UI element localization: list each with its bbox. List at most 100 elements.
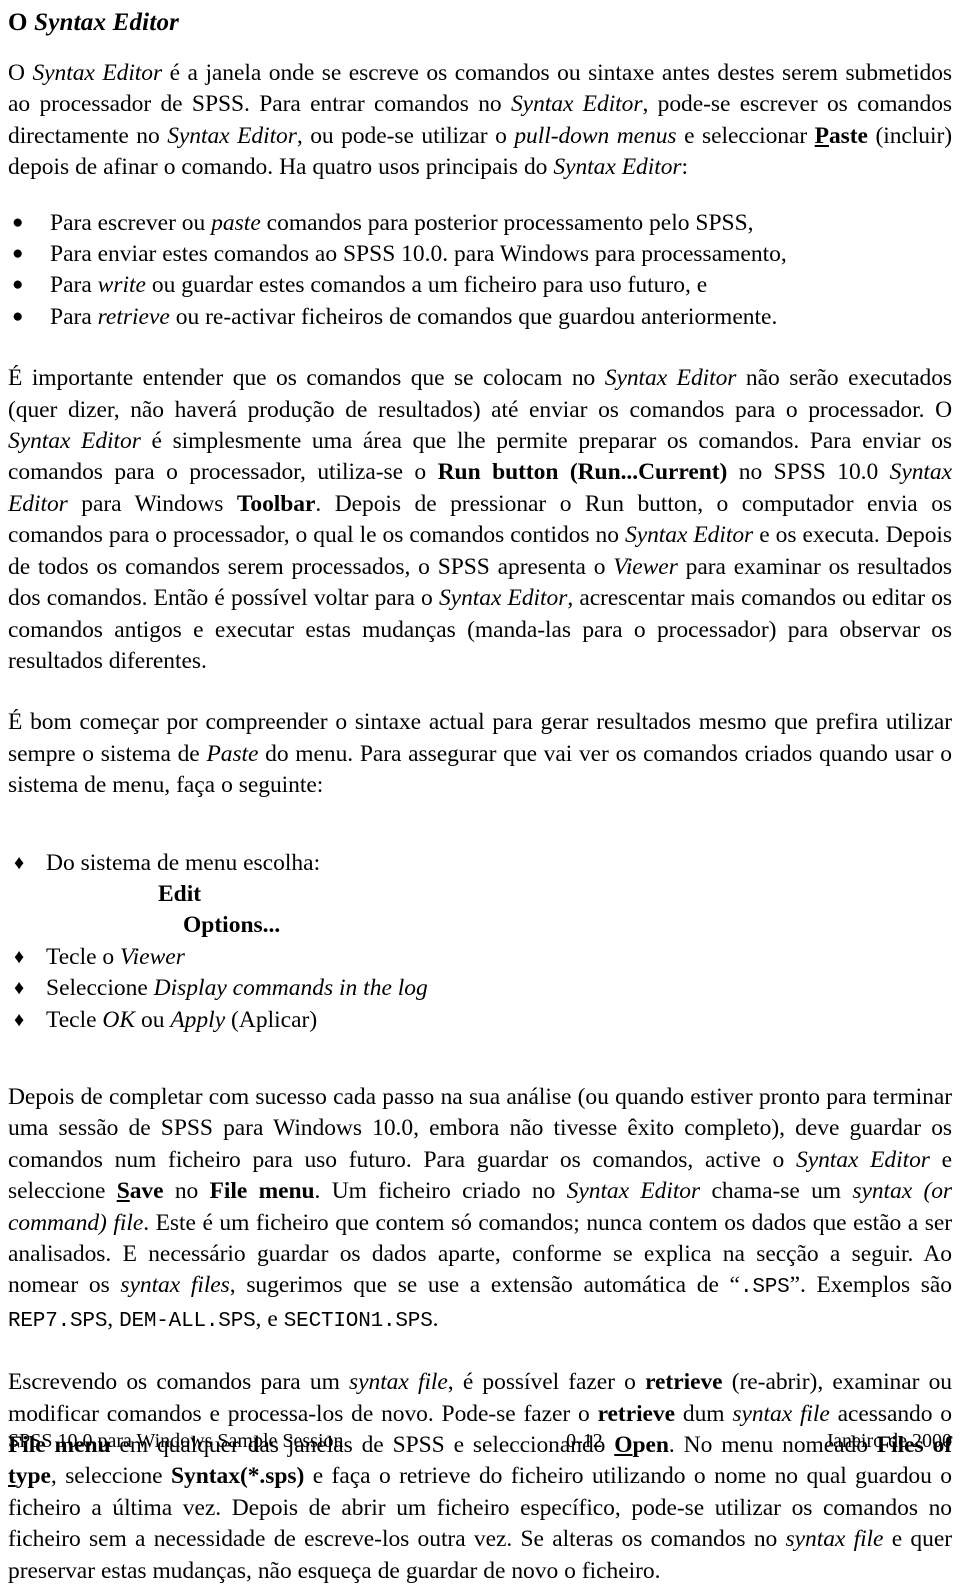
text-run-bold: aste bbox=[828, 122, 868, 149]
text-run-italic: Syntax Editor bbox=[796, 1146, 930, 1173]
bullet-icon: ● bbox=[12, 211, 24, 233]
page-title-emphasis: Syntax Editor bbox=[34, 9, 180, 36]
text-run: Para bbox=[50, 272, 98, 299]
text-run-italic: syntax file bbox=[349, 1369, 448, 1396]
list-item: ♦ Seleccione Display commands in the log bbox=[8, 973, 952, 1004]
text-run: , bbox=[107, 1305, 120, 1332]
paragraph-retrieve: Escrevendo os comandos para um syntax fi… bbox=[8, 1367, 952, 1587]
menu-item-options[interactable]: Options... bbox=[8, 910, 952, 941]
steps-list-continued: ♦ Tecle o Viewer ♦ Seleccione Display comm… bbox=[8, 942, 952, 1036]
diamond-bullet-icon: ♦ bbox=[14, 977, 25, 1000]
text-run: acessando o bbox=[829, 1400, 953, 1427]
text-run-italic: Syntax Editor bbox=[167, 122, 297, 149]
text-run: . Um ficheiro criado no bbox=[314, 1178, 567, 1205]
list-item: ● Para enviar estes comandos ao SPSS 10.0… bbox=[8, 239, 952, 270]
text-run-bold: ave bbox=[129, 1178, 164, 1205]
footer-left: SPSS 10.0 para Windows Sample Session bbox=[8, 1430, 344, 1452]
text-run: chama-se um bbox=[700, 1178, 853, 1205]
text-run-italic: Syntax Editor bbox=[510, 91, 643, 118]
text-run-italic: paste bbox=[211, 209, 261, 236]
toolbar-reference: Toolbar bbox=[236, 490, 316, 517]
accelerator-key: t bbox=[8, 1463, 16, 1490]
text-run-italic: Viewer bbox=[120, 943, 185, 970]
text-run: , sugerimos que se use a extensão automá… bbox=[229, 1272, 740, 1299]
run-button-reference: Run button (Run...Current) bbox=[437, 459, 728, 486]
filename-example: SECTION1.SPS bbox=[283, 1309, 433, 1333]
menu-item-edit[interactable]: Edit bbox=[8, 879, 952, 910]
file-type-option: Syntax(*.sps) bbox=[171, 1463, 305, 1490]
text-run-italic: Syntax Editor bbox=[604, 365, 737, 392]
text-run-italic: syntax files bbox=[120, 1272, 230, 1299]
bullet-icon: ● bbox=[12, 243, 24, 265]
text-run: : bbox=[681, 154, 689, 181]
diamond-bullet-icon: ♦ bbox=[14, 945, 25, 968]
file-menu-reference: File menu bbox=[209, 1178, 315, 1205]
text-run: Tecle bbox=[46, 1006, 103, 1033]
file-extension: .SPS bbox=[739, 1276, 790, 1300]
text-run: É importante entender que os comandos qu… bbox=[8, 365, 605, 392]
uses-list: ● Para escrever ou paste comandos para po… bbox=[8, 208, 952, 334]
text-run: Seleccione bbox=[46, 975, 154, 1002]
paragraph-execution: É importante entender que os comandos qu… bbox=[8, 363, 952, 677]
accelerator-key: P bbox=[814, 122, 829, 149]
text-run: para Windows bbox=[67, 490, 237, 517]
text-run-italic: Syntax Editor bbox=[32, 60, 163, 86]
paragraph-save: Depois de completar com sucesso cada pas… bbox=[8, 1082, 952, 1337]
text-run: , e bbox=[255, 1305, 284, 1332]
text-run: ou guardar estes comandos a um ficheiro … bbox=[145, 272, 708, 299]
text-run: no bbox=[163, 1178, 210, 1205]
text-run-italic: Syntax Editor bbox=[566, 1178, 701, 1205]
text-run: Para bbox=[50, 303, 98, 330]
text-run: Para escrever ou bbox=[50, 209, 212, 236]
text-run: e seleccionar bbox=[676, 122, 815, 149]
text-run: , seleccione bbox=[50, 1463, 172, 1490]
text-run: ”. Exemplos são bbox=[789, 1272, 952, 1299]
bullet-icon: ● bbox=[12, 274, 24, 296]
text-run-italic: pull-down menus bbox=[514, 122, 677, 149]
text-run: ou re-activar ficheiros de comandos que … bbox=[169, 303, 778, 330]
page-title: O Syntax Editor bbox=[8, 8, 952, 38]
list-item: ● Para retrieve ou re-activar ficheiros d… bbox=[8, 302, 952, 333]
text-run: (Aplicar) bbox=[225, 1006, 318, 1033]
text-run: , ou pode-se utilizar o bbox=[296, 122, 515, 149]
menu-path: Edit Options... bbox=[8, 879, 952, 942]
text-run: , é possível fazer o bbox=[447, 1369, 646, 1396]
text-run: dum bbox=[675, 1400, 733, 1427]
list-item: ♦ Tecle o Viewer bbox=[8, 942, 952, 973]
text-run-italic: Syntax Editor bbox=[553, 154, 682, 181]
text-run-italic: Syntax Editor bbox=[8, 428, 141, 455]
text-run: Para enviar estes comandos ao SPSS 10.0.… bbox=[50, 241, 787, 268]
text-run-italic: Paste bbox=[206, 740, 259, 767]
text-run-italic: write bbox=[97, 272, 146, 299]
ok-button-reference: OK bbox=[102, 1006, 136, 1033]
footer-page-number: 0-12 bbox=[566, 1430, 603, 1452]
bullet-icon: ● bbox=[12, 305, 24, 327]
filename-example: DEM-ALL.SPS bbox=[119, 1309, 256, 1333]
apply-button-reference: Apply bbox=[170, 1006, 226, 1033]
list-item: ● Para write ou guardar estes comandos a … bbox=[8, 270, 952, 301]
text-run-italic: retrieve bbox=[97, 303, 170, 330]
text-run: . bbox=[432, 1305, 439, 1332]
text-run: comandos para posterior processamento pe… bbox=[260, 209, 754, 236]
text-run-bold: retrieve bbox=[597, 1400, 676, 1427]
accelerator-key: S bbox=[116, 1178, 130, 1205]
text-run-italic: syntax file bbox=[732, 1400, 830, 1427]
text-run: Do sistema de menu escolha: bbox=[46, 849, 321, 876]
text-run: O bbox=[8, 60, 33, 86]
list-item: ● Para escrever ou paste comandos para po… bbox=[8, 208, 952, 239]
footer-right: Janeiro de 2000 bbox=[825, 1430, 952, 1452]
text-run-italic: Syntax Editor bbox=[438, 585, 568, 612]
filename-example: REP7.SPS bbox=[8, 1309, 108, 1333]
text-run-italic: Viewer bbox=[613, 553, 678, 580]
text-run-bold: retrieve bbox=[645, 1369, 723, 1396]
paragraph-begin: É bom começar por compreender o sintaxe … bbox=[8, 707, 952, 801]
text-run-italic: Syntax Editor bbox=[625, 522, 754, 549]
text-run-bold: ype bbox=[15, 1463, 51, 1490]
paragraph-intro: O Syntax Editor é a janela onde se escre… bbox=[8, 58, 952, 184]
text-run-italic: syntax file bbox=[785, 1526, 884, 1553]
